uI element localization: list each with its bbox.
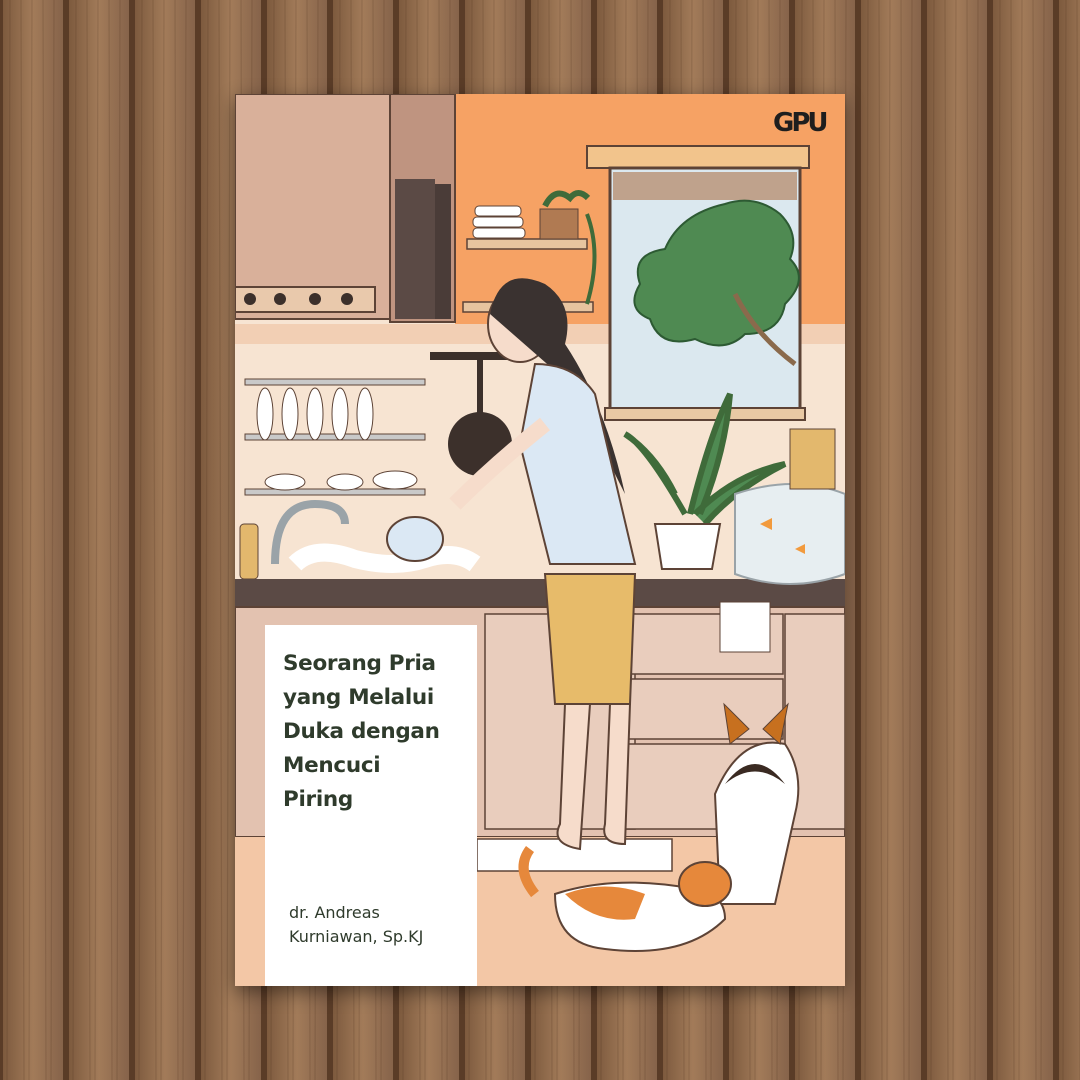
title-card: Seorang Pria yang Melalui Duka dengan Me… (265, 625, 477, 986)
book-title: Seorang Pria yang Melalui Duka dengan Me… (283, 651, 440, 812)
book-author: dr. Andreas Kurniawan, Sp.KJ (289, 903, 424, 946)
wood-plank (1059, 0, 1080, 1080)
publisher-logo: GPU (773, 106, 828, 140)
book-cover: GPU Seorang Pria yang Melalui Duka denga… (235, 94, 845, 986)
publisher-logo-text: GPU (773, 108, 828, 138)
